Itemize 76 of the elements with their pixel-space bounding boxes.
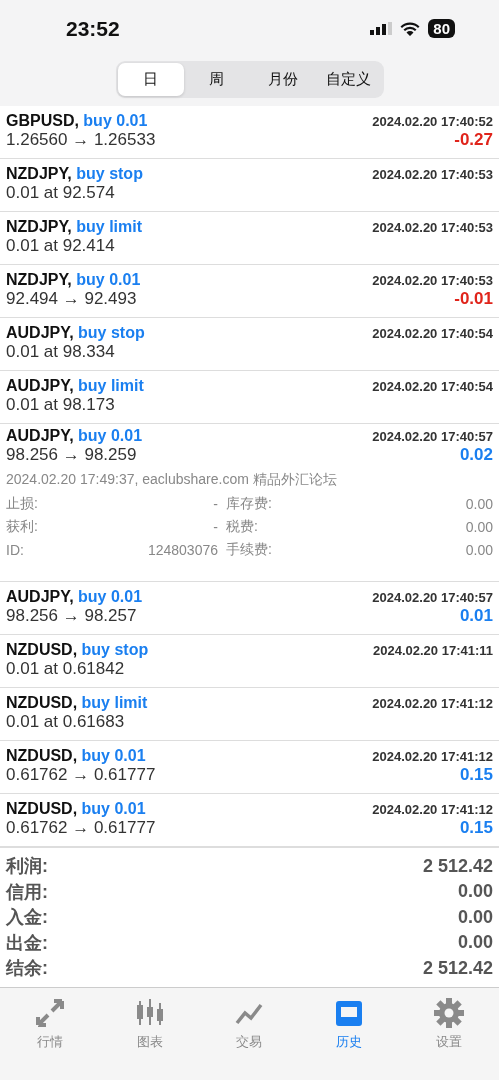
summary-label: 入金: [6,906,48,930]
detail-value: 0.00 [464,496,493,513]
deal-symbol[interactable]: AUDJPY, buy 0.01 [6,588,143,607]
detail-label: 税费: [226,518,259,537]
tab-bar-item[interactable]: 历史 [309,996,390,1053]
period-tab[interactable]: 日 [117,62,184,96]
deal-prices: 98.256 → 98.257 [6,606,137,627]
deal-time: 2024.02.20 17:41:11 [373,643,493,659]
deal-time: 2024.02.20 17:40:52 [372,114,493,130]
deal-symbol[interactable]: AUDJPY, buy limit [6,377,144,396]
battery-indicator: 80 [428,19,455,39]
deal-symbol[interactable]: NZDJPY, buy stop [6,165,143,184]
detail-label: 手续费: [226,541,273,560]
deal-time: 2024.02.20 17:40:57 [372,590,493,606]
deal-profit: -0.27 [454,130,493,151]
deal-time: 2024.02.20 17:41:12 [372,802,493,818]
deal-prices: 98.256 → 98.259 [6,444,137,465]
summary-label: 信用: [6,880,48,904]
deal-profit: 0.02 [459,444,493,465]
summary-value: 2 512.42 [422,855,493,877]
detail-value: 124803076 [146,542,219,559]
deal-time: 2024.02.20 17:40:54 [372,326,493,342]
arrows-icon [33,997,66,1030]
deal-prices: 0.01 at 0.61842 [6,659,125,680]
deal-comment: 2024.02.20 17:49:37, eaclubshare.com 精品外汇论坛 [6,470,338,489]
deal-time: 2024.02.20 17:40:54 [372,379,493,395]
detail-value: - [212,496,219,513]
deal-symbol[interactable]: AUDJPY, buy 0.01 [6,426,143,445]
detail-value: - [212,519,219,536]
deal-time: 2024.02.20 17:41:12 [372,696,493,712]
deal-prices: 0.01 at 98.334 [6,342,115,363]
deal-symbol[interactable]: NZDUSD, buy 0.01 [6,800,146,819]
period-tab[interactable]: 自定义 [315,62,382,96]
deal-time: 2024.02.20 17:40:53 [372,220,493,236]
period-tab[interactable]: 周 [183,62,250,96]
status-time: 23:52 [66,16,120,41]
deal-profit: 0.15 [459,765,493,786]
deal-prices: 1.26560 → 1.26533 [6,130,156,151]
summary-value: 0.00 [457,906,493,928]
deal-prices: 0.01 at 98.173 [6,395,115,416]
summary-label: 利润: [6,855,48,879]
detail-label: 库存费: [226,495,273,514]
deal-prices: 0.01 at 0.61683 [6,712,125,733]
detail-value: 0.00 [464,519,493,536]
deal-symbol[interactable]: AUDJPY, buy stop [6,324,145,343]
summary-label: 结余: [6,957,48,981]
deal-prices: 0.61762 → 0.61777 [6,818,156,839]
deal-symbol[interactable]: NZDJPY, buy 0.01 [6,271,141,290]
period-tab[interactable]: 月份 [249,62,316,96]
deal-time: 2024.02.20 17:40:53 [372,167,493,183]
detail-label: 获利: [6,518,39,537]
deal-prices: 0.61762 → 0.61777 [6,765,156,786]
summary-value: 0.00 [457,881,493,903]
deal-prices: 92.494 → 92.493 [6,289,137,310]
settings-icon [433,997,466,1030]
deal-symbol[interactable]: NZDUSD, buy stop [6,641,149,660]
detail-value: 0.00 [464,542,493,559]
deal-time: 2024.02.20 17:40:57 [372,428,493,444]
deal-profit: 0.01 [459,606,493,627]
detail-label: ID: [6,542,25,559]
deal-time: 2024.02.20 17:40:53 [372,273,493,289]
signal-icon [370,21,393,36]
deal-profit: -0.01 [454,289,493,310]
summary-value: 2 512.42 [422,957,493,979]
deal-profit: 0.15 [459,818,493,839]
deal-symbol[interactable]: NZDUSD, buy 0.01 [6,747,146,766]
detail-label: 止损: [6,495,39,514]
deal-time: 2024.02.20 17:41:12 [372,749,493,765]
summary-value: 0.00 [457,932,493,954]
deal-prices: 0.01 at 92.574 [6,183,115,204]
deal-symbol[interactable]: GBPUSD, buy 0.01 [6,112,148,131]
wifi-icon [400,21,421,36]
summary-label: 出金: [6,931,48,955]
deal-prices: 0.01 at 92.414 [6,236,115,257]
deal-symbol[interactable]: NZDUSD, buy limit [6,694,148,713]
deal-symbol[interactable]: NZDJPY, buy limit [6,218,143,237]
